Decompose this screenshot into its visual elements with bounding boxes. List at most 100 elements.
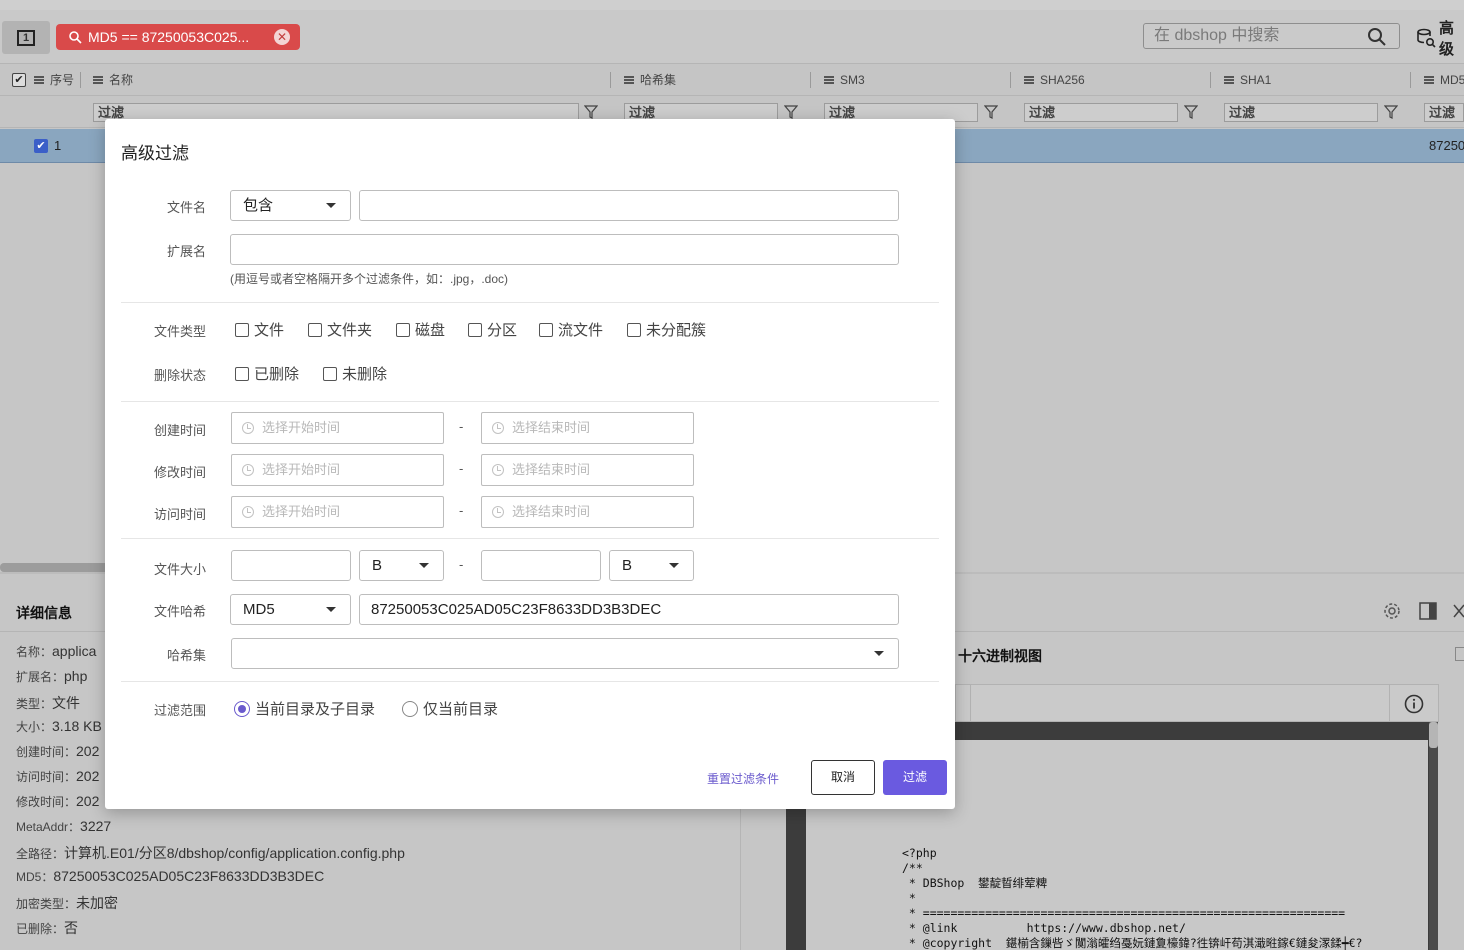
detail-row: 访问时间：202: [16, 768, 99, 785]
divider: [955, 631, 1464, 632]
detail-value: 否: [64, 920, 79, 936]
search-icon[interactable]: [1367, 27, 1387, 55]
column-hashset[interactable]: 哈希集: [624, 64, 676, 96]
detail-row: MetaAddr：3227: [16, 818, 111, 835]
clock-icon: [492, 422, 504, 434]
hash-value-input[interactable]: 87250053C025AD05C23F8633DD3B3DEC: [359, 594, 899, 625]
scope-recursive-radio[interactable]: 当前目录及子目录: [234, 698, 375, 719]
file-type-stream-checkbox[interactable]: 流文件: [539, 319, 603, 340]
extension-label: 扩展名: [166, 244, 206, 259]
create-time-label: 创建时间: [153, 423, 206, 438]
file-type-folder-checkbox[interactable]: 文件夹: [308, 319, 372, 340]
access-time-start[interactable]: 选择开始时间: [231, 496, 444, 528]
select-all-checkbox[interactable]: ✔: [12, 64, 26, 96]
expand-icon[interactable]: [1455, 647, 1464, 661]
hash-algo-select[interactable]: MD5: [230, 594, 351, 625]
filter-icon[interactable]: [784, 105, 798, 119]
column-label: SHA256: [1040, 73, 1085, 87]
panel-toggle-icon: 1: [17, 29, 35, 46]
detail-row: 类型：文件: [16, 693, 80, 713]
scope-current-radio[interactable]: 仅当前目录: [402, 698, 498, 719]
detail-key: 创建时间：: [16, 745, 77, 759]
vertical-scrollbar[interactable]: [1429, 722, 1438, 950]
column-sha256[interactable]: SHA256: [1024, 64, 1085, 96]
clock-icon: [242, 464, 254, 476]
filename-mode-select[interactable]: 包含: [230, 190, 351, 221]
hashset-select[interactable]: [231, 638, 899, 669]
checkbox-label: 文件: [254, 322, 285, 339]
file-hash-label: 文件哈希: [153, 604, 206, 619]
filter-icon[interactable]: [584, 105, 598, 119]
search-input[interactable]: 在 dbshop 中搜索: [1143, 23, 1400, 49]
code-text: <?php /** * DBShop 鐢靛晢绯荤粺 * * ==========…: [902, 846, 1363, 950]
advanced-search-button[interactable]: 高级: [1416, 20, 1464, 58]
modify-time-start[interactable]: 选择开始时间: [231, 454, 444, 486]
gear-icon[interactable]: [1383, 602, 1401, 620]
size-min-input[interactable]: [231, 550, 351, 581]
md5-filter-input[interactable]: 过滤: [1424, 103, 1464, 122]
close-icon[interactable]: ✕: [274, 29, 290, 45]
clock-icon: [242, 506, 254, 518]
sha256-filter-input[interactable]: 过滤: [1024, 103, 1178, 122]
scrollbar-thumb[interactable]: [1429, 722, 1438, 748]
size-max-unit-select[interactable]: B: [609, 550, 694, 581]
file-type-partition-checkbox[interactable]: 分区: [468, 319, 517, 340]
radio-label: 当前目录及子目录: [255, 701, 376, 718]
file-type-unallocated-checkbox[interactable]: 未分配簇: [627, 319, 706, 340]
split-view-icon[interactable]: [1419, 602, 1437, 620]
table-header: ✔ 序号 名称 哈希集 SM3 SHA256 SHA1 MD5: [0, 64, 1464, 96]
filename-input[interactable]: [359, 190, 899, 221]
filter-icon[interactable]: [984, 105, 998, 119]
panel-toggle-button[interactable]: 1: [2, 21, 50, 54]
not-deleted-checkbox[interactable]: 未删除: [323, 363, 387, 384]
search-placeholder: 在 dbshop 中搜索: [1154, 27, 1280, 44]
access-time-end[interactable]: 选择结束时间: [481, 496, 694, 528]
file-type-file-checkbox[interactable]: 文件: [235, 319, 284, 340]
modify-time-end[interactable]: 选择结束时间: [481, 454, 694, 486]
detail-value: 202: [76, 768, 100, 784]
detail-key: 修改时间：: [16, 795, 77, 809]
detail-key: MD5：: [16, 870, 54, 884]
filter-icon[interactable]: [1384, 105, 1398, 119]
filter-icon[interactable]: [1184, 105, 1198, 119]
date-placeholder: 选择开始时间: [262, 462, 341, 477]
size-min-unit-select[interactable]: B: [359, 550, 444, 581]
extension-hint: (用逗号或者空格隔开多个过滤条件，如：.jpg，.doc): [230, 272, 509, 286]
reset-filter-button[interactable]: 重置过滤条件: [707, 770, 779, 787]
column-sha1[interactable]: SHA1: [1224, 64, 1271, 96]
sha1-filter-input[interactable]: 过滤: [1224, 103, 1378, 122]
detail-value: 文件: [52, 695, 81, 711]
filename-label: 文件名: [166, 200, 206, 215]
create-time-start[interactable]: 选择开始时间: [231, 412, 444, 444]
horizontal-scrollbar[interactable]: [0, 563, 110, 572]
info-icon[interactable]: [1404, 694, 1424, 714]
close-icon[interactable]: [1452, 602, 1464, 620]
checkbox-label: 分区: [487, 322, 518, 339]
row-checkbox[interactable]: ✔: [34, 139, 48, 153]
unit-value: B: [622, 557, 633, 574]
unit-value: B: [372, 557, 383, 574]
filter-button[interactable]: 过滤: [883, 760, 947, 795]
detail-value: 202: [76, 793, 100, 809]
cancel-button[interactable]: 取消: [811, 760, 875, 795]
hashset-label: 哈希集: [166, 648, 206, 663]
file-type-disk-checkbox[interactable]: 磁盘: [396, 319, 445, 340]
size-max-input[interactable]: [481, 550, 601, 581]
column-md5[interactable]: MD5: [1424, 64, 1464, 96]
column-label: 名称: [109, 73, 134, 87]
filter-tag[interactable]: MD5 == 87250053C025... ✕: [56, 24, 300, 50]
advanced-search-icon: [1416, 28, 1436, 48]
extension-input[interactable]: [230, 234, 899, 265]
column-label: MD5: [1440, 73, 1464, 87]
delete-state-label: 删除状态: [153, 368, 206, 383]
date-placeholder: 选择开始时间: [262, 504, 341, 519]
detail-key: 加密类型：: [16, 897, 77, 911]
column-sm3[interactable]: SM3: [824, 64, 865, 96]
column-name[interactable]: 名称: [93, 64, 133, 96]
hex-toolbar: [955, 684, 1439, 723]
create-time-end[interactable]: 选择结束时间: [481, 412, 694, 444]
window-top-strip: [0, 0, 1464, 10]
deleted-checkbox[interactable]: 已删除: [235, 363, 299, 384]
detail-row: 已删除：否: [16, 918, 78, 938]
column-no[interactable]: 序号: [34, 64, 74, 96]
